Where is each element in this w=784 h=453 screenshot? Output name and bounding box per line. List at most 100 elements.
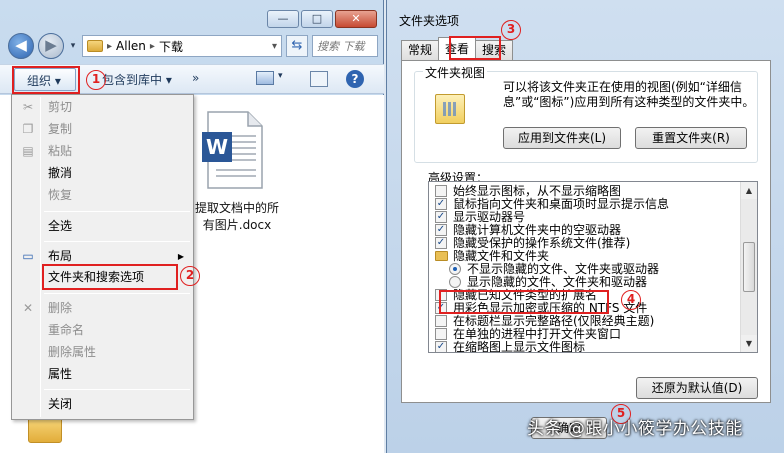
advanced-settings-list[interactable]: 始终显示图标，从不显示缩略图 ✓ 鼠标指向文件夹和桌面项时显示提示信息 ✓ 显示驱动器号… xyxy=(428,181,758,353)
include-in-library-button[interactable]: 包含到库中 ▾ xyxy=(102,71,172,88)
menu-item-close[interactable]: 关闭 xyxy=(14,394,192,415)
scrollbar-thumb[interactable] xyxy=(743,242,755,292)
checkbox-checked[interactable]: ✓ xyxy=(435,211,447,223)
annotation-step-2: 2 xyxy=(180,266,200,286)
menu-separator xyxy=(44,211,190,212)
change-view-icon[interactable] xyxy=(256,71,274,85)
checkbox-checked[interactable]: ✓ xyxy=(435,224,447,236)
annotation-box-organize xyxy=(12,66,80,94)
restore-defaults-button[interactable]: 还原为默认值(D) xyxy=(636,377,758,399)
annotation-box-view-tab xyxy=(449,36,501,60)
checkbox-checked[interactable]: ✓ xyxy=(435,237,447,249)
menu-item-select-all[interactable]: 全选 xyxy=(14,216,192,237)
annotation-box-hide-extensions xyxy=(439,290,609,314)
search-box[interactable] xyxy=(312,35,378,57)
scroll-down-icon[interactable]: ▼ xyxy=(741,335,757,352)
annotation-box-folder-options xyxy=(42,264,178,290)
menu-item-remove-properties[interactable]: 删除属性 xyxy=(14,342,192,363)
forward-button[interactable]: ▶ xyxy=(38,33,64,59)
menu-item-label: 删除 xyxy=(48,301,73,315)
menu-item-properties[interactable]: 属性 xyxy=(14,364,192,385)
menu-separator xyxy=(44,241,190,242)
annotation-step-3: 3 xyxy=(501,20,521,40)
folder-icon xyxy=(28,417,62,443)
breadcrumb-separator-icon[interactable]: ▸ xyxy=(150,41,155,52)
explorer-window: — □ ✕ ◀ ▶ ▾ ▸ Allen ▸ 下载 ▾ ⇆ 组织 ▾ 包含到库中 … xyxy=(0,0,384,453)
file-name-line-1: 提取文档中的所 xyxy=(194,201,279,215)
delete-x-icon: ✕ xyxy=(22,301,34,315)
annotation-step-4: 4 xyxy=(621,290,641,310)
reset-folders-button[interactable]: 重置文件夹(R) xyxy=(635,127,747,149)
close-button[interactable]: ✕ xyxy=(335,10,377,28)
menu-item-undo[interactable]: 撤消 xyxy=(14,163,192,184)
checkbox-checked[interactable]: ✓ xyxy=(435,341,447,352)
checkbox-unchecked[interactable] xyxy=(435,315,447,327)
radio-unselected[interactable] xyxy=(449,276,461,288)
submenu-arrow-icon: ▶ xyxy=(177,252,184,261)
menu-item-label: 全选 xyxy=(48,219,73,233)
dialog-title: 文件夹选项 xyxy=(399,14,460,28)
maximize-button[interactable]: □ xyxy=(301,10,333,28)
clipboard-icon: ▤ xyxy=(22,144,34,158)
menu-item-label: 复制 xyxy=(48,122,73,136)
breadcrumb-separator-icon[interactable]: ▸ xyxy=(107,41,112,52)
menu-item-cut[interactable]: ✂ 剪切 xyxy=(14,97,192,118)
folder-views-group: 文件夹视图 可以将该文件夹正在使用的视图(例如“详细信息”或“图标”)应用到所有… xyxy=(414,64,758,163)
menu-item-delete[interactable]: ✕ 删除 xyxy=(14,298,192,319)
checkbox-unchecked[interactable] xyxy=(435,185,447,197)
window-controls: — □ ✕ xyxy=(267,10,377,28)
menu-item-label: 删除属性 xyxy=(48,345,97,359)
menu-item-rename[interactable]: 重命名 xyxy=(14,320,192,341)
radio-selected[interactable] xyxy=(449,263,461,275)
folder-options-dialog: 文件夹选项 3 常规 查看 搜索 文件夹视图 可以将该文件夹正在使用的视图(例如… xyxy=(386,0,784,453)
breadcrumb-downloads[interactable]: 下载 xyxy=(159,38,183,55)
address-dropdown-icon[interactable]: ▾ xyxy=(272,41,277,52)
folder-views-title: 文件夹视图 xyxy=(423,64,488,81)
menu-item-label: 重命名 xyxy=(48,323,85,337)
tab-general[interactable]: 常规 xyxy=(401,40,440,60)
menu-item-label: 恢复 xyxy=(48,188,73,202)
menu-item-label: 属性 xyxy=(48,367,73,381)
apply-to-folders-button[interactable]: 应用到文件夹(L) xyxy=(503,127,621,149)
scissors-icon: ✂ xyxy=(22,100,34,114)
file-name-label[interactable]: 提取文档中的所 有图片.docx xyxy=(182,200,292,234)
more-commands-button[interactable]: » xyxy=(192,71,199,85)
folder-icon xyxy=(87,40,103,52)
word-badge: W xyxy=(206,135,228,159)
copy-icon: ❐ xyxy=(22,122,34,136)
menu-item-label: 布局 xyxy=(48,249,73,263)
watermark: 头条 @跟小小筱学办公技能 xyxy=(527,419,743,439)
address-row: ◀ ▶ ▾ ▸ Allen ▸ 下载 ▾ ⇆ xyxy=(8,32,378,60)
back-button[interactable]: ◀ xyxy=(8,33,34,59)
menu-item-paste[interactable]: ▤ 粘贴 xyxy=(14,141,192,162)
scroll-up-icon[interactable]: ▲ xyxy=(741,182,757,199)
menu-item-redo[interactable]: 恢复 xyxy=(14,185,192,206)
view-dropdown-icon[interactable]: ▾ xyxy=(278,71,283,81)
menu-separator xyxy=(44,389,190,390)
menu-item-label: 撤消 xyxy=(48,166,73,180)
menu-item-copy[interactable]: ❐ 复制 xyxy=(14,119,192,140)
search-input[interactable] xyxy=(317,39,377,53)
menu-separator xyxy=(44,293,190,294)
menu-item-label: 关闭 xyxy=(48,397,73,411)
menu-item-label: 粘贴 xyxy=(48,144,73,158)
preview-pane-icon[interactable] xyxy=(310,71,328,87)
annotation-step-1: 1 xyxy=(86,70,106,90)
menu-item-label: 剪切 xyxy=(48,100,73,114)
checkbox-unchecked[interactable] xyxy=(435,328,447,340)
recent-pages-dropdown[interactable]: ▾ xyxy=(68,41,78,51)
help-icon[interactable]: ? xyxy=(346,70,364,88)
file-name-line-2: 有图片.docx xyxy=(202,218,272,232)
refresh-button[interactable]: ⇆ xyxy=(286,35,308,57)
advanced-list-scrollbar[interactable]: ▲ ▼ xyxy=(740,182,757,352)
advanced-setting-label: 在缩略图上显示文件图标 xyxy=(453,340,586,353)
word-document-icon[interactable]: W xyxy=(202,110,266,190)
address-bar[interactable]: ▸ Allen ▸ 下载 ▾ xyxy=(82,35,282,57)
breadcrumb-allen[interactable]: Allen xyxy=(116,39,146,53)
layout-icon: ▭ xyxy=(22,249,34,263)
minimize-button[interactable]: — xyxy=(267,10,299,28)
organize-menu: ✂ 剪切 ❐ 复制 ▤ 粘贴 撤消 恢复 全选 ▭ 布局 ▶ 文件夹和搜索选项 xyxy=(11,94,194,420)
folder-icon xyxy=(435,251,448,261)
checkbox-checked[interactable]: ✓ xyxy=(435,198,447,210)
advanced-setting-row[interactable]: ✓ 在缩略图上显示文件图标 xyxy=(429,340,741,353)
